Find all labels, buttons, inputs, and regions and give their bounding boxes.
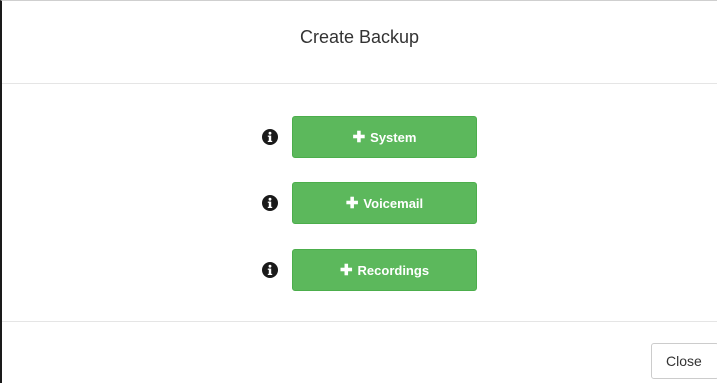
- info-icon[interactable]: [262, 129, 278, 145]
- plus-icon: ✚: [352, 128, 366, 146]
- plus-icon: ✚: [345, 194, 359, 212]
- plus-icon: ✚: [339, 261, 353, 279]
- info-icon[interactable]: [262, 262, 278, 278]
- dialog-title: Create Backup: [299, 27, 420, 47]
- dialog-footer: Close: [2, 321, 717, 384]
- dialog-body: ✚ System ✚ Voicemail ✚ Recordings: [2, 85, 717, 321]
- backup-system-button[interactable]: ✚ System: [292, 116, 477, 158]
- backup-recordings-label: Recordings: [357, 262, 430, 278]
- backup-row-recordings: ✚ Recordings: [2, 249, 717, 291]
- backup-voicemail-label: Voicemail: [363, 195, 424, 211]
- backup-recordings-button[interactable]: ✚ Recordings: [292, 249, 477, 291]
- backup-voicemail-button[interactable]: ✚ Voicemail: [292, 182, 477, 224]
- backup-system-label: System: [370, 129, 417, 145]
- create-backup-dialog: Create Backup ✚ System ✚ Voicemail ✚ Rec…: [0, 0, 717, 383]
- dialog-header: Create Backup: [2, 1, 717, 84]
- backup-row-system: ✚ System: [2, 116, 717, 158]
- backup-row-voicemail: ✚ Voicemail: [2, 182, 717, 224]
- info-icon[interactable]: [262, 195, 278, 211]
- close-button[interactable]: Close: [651, 343, 717, 379]
